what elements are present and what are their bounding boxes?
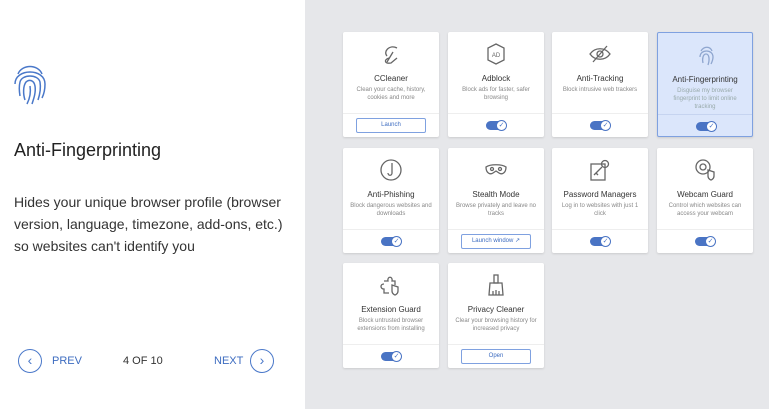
card-description: Block intrusive web trackers (562, 87, 638, 93)
card-description: Block dangerous websites and downloads (350, 203, 432, 217)
feature-toggle[interactable] (381, 351, 402, 362)
prev-link[interactable]: PREV (52, 355, 82, 367)
card-footer (552, 229, 648, 253)
feature-description: Hides your unique browser profile (brows… (14, 194, 283, 254)
card-title: Webcam Guard (677, 190, 733, 199)
fingerprint-icon (14, 65, 46, 105)
card-description: Disguise my browser fingerprint to limit… (673, 88, 737, 110)
feature-card-privacy-cleaner[interactable]: Privacy Cleaner Clear your browsing hist… (448, 263, 544, 368)
card-title: Anti-Phishing (367, 190, 415, 199)
fingerprint-icon (699, 46, 714, 66)
key-icon (590, 159, 610, 181)
card-title: Stealth Mode (472, 190, 520, 199)
card-footer (448, 113, 544, 137)
card-description: Browse privately and leave no tracks (455, 203, 537, 217)
card-description: Log in to websites with just 1 click (561, 203, 639, 217)
feature-toggle[interactable] (590, 120, 611, 131)
eye-off-icon (589, 45, 611, 63)
feature-title: Anti-Fingerprinting (14, 140, 162, 160)
feature-card-adblock[interactable]: AD Adblock Block ads for faster, safer b… (448, 32, 544, 137)
webcam-shield-icon (695, 159, 715, 181)
card-title: Anti-Fingerprinting (672, 75, 738, 84)
feature-card-anti-tracking[interactable]: Anti-Tracking Block intrusive web tracke… (552, 32, 648, 137)
info-panel: Anti-Fingerprinting Hides your unique br… (0, 0, 305, 409)
mask-icon (485, 164, 507, 175)
feature-card-extension-guard[interactable]: Extension Guard Block untrusted browser … (343, 263, 439, 368)
puzzle-shield-icon (380, 276, 399, 296)
feature-card-password-managers[interactable]: Password Managers Log in to websites wit… (552, 148, 648, 253)
card-footer (552, 113, 648, 137)
launch-button[interactable]: Launch (356, 118, 426, 133)
launch-button[interactable]: Launch window ↗ (461, 234, 531, 249)
card-title: Extension Guard (361, 305, 421, 314)
card-footer (658, 114, 752, 138)
page-counter: 4 OF 10 (123, 355, 163, 367)
card-title: Anti-Tracking (576, 74, 624, 83)
next-button[interactable]: › (250, 349, 274, 373)
feature-toggle[interactable] (696, 121, 717, 132)
broom-c-icon (384, 46, 398, 64)
card-footer: Open (448, 344, 544, 368)
card-title: Password Managers (563, 190, 637, 199)
svg-text:AD: AD (492, 53, 501, 59)
card-description: Block untrusted browser extensions from … (357, 318, 425, 332)
next-link[interactable]: NEXT (214, 355, 243, 367)
prev-button[interactable]: ‹ (18, 349, 42, 373)
card-footer: Launch window ↗ (448, 229, 544, 253)
feature-toggle[interactable] (486, 120, 507, 131)
feature-card-ccleaner[interactable]: CCleaner Clean your cache, history, cook… (343, 32, 439, 137)
launch-button[interactable]: Open (461, 349, 531, 364)
feature-toggle[interactable] (381, 236, 402, 247)
card-title: CCleaner (374, 74, 408, 83)
card-footer (657, 229, 753, 253)
card-description: Clear your browsing history for increase… (455, 318, 537, 332)
card-footer (343, 229, 439, 253)
card-footer (343, 344, 439, 368)
card-description: Clean your cache, history, cookies and m… (356, 87, 426, 101)
feature-card-anti-fingerprinting[interactable]: Anti-Fingerprinting Disguise my browser … (657, 32, 753, 137)
ad-icon: AD (487, 43, 505, 65)
card-description: Control which websites can access your w… (668, 203, 742, 217)
hook-icon (380, 159, 402, 181)
brush-icon (488, 274, 504, 296)
card-title: Adblock (481, 74, 511, 83)
card-title: Privacy Cleaner (467, 305, 525, 314)
feature-card-stealth-mode[interactable]: Stealth Mode Browse privately and leave … (448, 148, 544, 253)
feature-card-anti-phishing[interactable]: Anti-Phishing Block dangerous websites a… (343, 148, 439, 253)
feature-toggle[interactable] (590, 236, 611, 247)
feature-card-webcam-guard[interactable]: Webcam Guard Control which websites can … (657, 148, 753, 253)
card-description: Block ads for faster, safer browsing (462, 87, 530, 101)
feature-toggle[interactable] (695, 236, 716, 247)
card-footer: Launch (343, 113, 439, 137)
